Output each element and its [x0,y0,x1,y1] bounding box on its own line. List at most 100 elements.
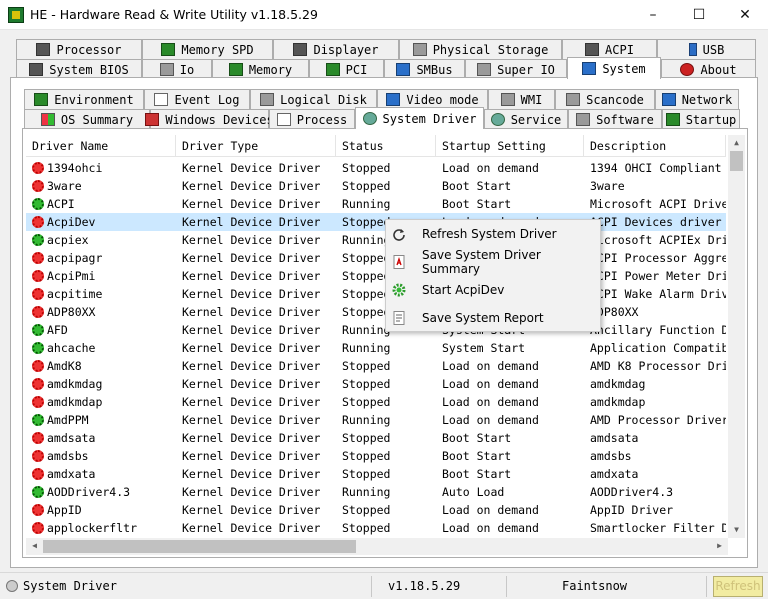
table-row[interactable]: AppID Kernel Device Driver Stopped Load on … [26,501,726,519]
tab-super-io[interactable]: Super IO [465,59,567,79]
cell-text: amdkmdag [47,377,103,391]
table-cell-desc: Ancillary Function D [584,321,726,339]
driver-gear-icon [32,252,44,264]
tab-startup[interactable]: Startup [662,109,740,129]
maximize-button[interactable]: ☐ [676,0,722,30]
table-row[interactable]: applockerfltr Kernel Device Driver Stopped… [26,519,726,537]
minimize-button[interactable]: – [630,0,676,30]
tab-acpi[interactable]: ACPI [562,39,657,59]
tab-memory-spd[interactable]: Memory SPD [142,39,273,59]
cell-text: Kernel Device Driver [182,467,321,481]
cell-text: Kernel Device Driver [182,233,321,247]
cell-text: ACPI Devices driver [590,215,722,229]
table-cell-desc: ACPI Power Meter Dri [584,267,726,285]
vertical-scroll-thumb[interactable] [730,151,743,171]
tab-processor[interactable]: Processor [16,39,142,59]
table-row[interactable]: acpiexKernel Device DriverRunningBoot St… [26,231,726,249]
scroll-down-arrow[interactable]: ▼ [728,522,745,538]
column-startup-setting[interactable]: Startup Setting [436,135,584,157]
table-row[interactable]: 1394ohci Kernel Device Driver Stopped Load … [26,159,726,177]
table-cell-name: AODDriver4.3 [26,483,176,501]
tab-displayer[interactable]: Displayer [273,39,399,59]
tab-event-log[interactable]: Event Log [144,89,250,109]
table-row[interactable]: acpipagrKernel Device DriverStoppedLoad … [26,249,726,267]
tab-smbus[interactable]: SMBus [384,59,465,79]
table-row[interactable]: ACPI Kernel Device Driver Running Boot Star… [26,195,726,213]
column-description[interactable]: Description [584,135,726,157]
column-driver-name[interactable]: Driver Name [26,135,176,157]
horizontal-scrollbar[interactable]: ◀ ▶ [26,538,728,555]
tab-pci[interactable]: PCI [309,59,384,79]
cell-text: Kernel Device Driver [182,269,321,283]
driver-table[interactable]: Driver Name Driver Type Status Startup S… [26,135,745,555]
cell-text: Ancillary Function D [590,323,726,337]
table-row[interactable]: ahcache Kernel Device Driver Running System… [26,339,726,357]
table-row[interactable]: amdkmdag Kernel Device Driver Stopped Load … [26,375,726,393]
scroll-left-arrow[interactable]: ◀ [26,538,43,554]
system-icon [582,62,597,75]
table-cell-type: Kernel Device Driver [176,393,336,411]
table-row[interactable]: amdsbs Kernel Device Driver Stopped Boot St… [26,447,726,465]
tab-service[interactable]: Service [484,109,568,129]
horizontal-scroll-thumb[interactable] [43,540,356,553]
table-cell-name: acpipagr [26,249,176,267]
scroll-up-arrow[interactable]: ▲ [728,135,745,151]
tab-wmi[interactable]: WMI [488,89,555,109]
close-button[interactable]: ✕ [722,0,768,30]
table-row[interactable]: AmdK8 Kernel Device Driver Stopped Load on … [26,357,726,375]
table-row[interactable]: AFDKernel Device DriverRunningSystem Sta… [26,321,726,339]
cell-text: Microsoft ACPI Drive [590,197,726,211]
cell-text: amdkmdag [590,377,646,391]
table-cell-type: Kernel Device Driver [176,411,336,429]
table-row[interactable]: 3ware Kernel Device Driver Stopped Boot Sta… [26,177,726,195]
table-row[interactable]: amdsata Kernel Device Driver Stopped Boot S… [26,429,726,447]
menu-refresh-system-driver[interactable]: Refresh System Driver [386,220,600,248]
vertical-scrollbar[interactable]: ▲ ▼ [728,135,745,538]
cell-text: AMD Processor Driver [590,413,726,427]
table-row[interactable]: AmdPPM Kernel Device Driver Running Load on… [26,411,726,429]
table-cell-status: Stopped [336,375,436,393]
tab-system-driver[interactable]: System Driver [355,107,484,129]
tab-io[interactable]: Io [142,59,212,79]
cell-text: Kernel Device Driver [182,161,321,175]
column-driver-type[interactable]: Driver Type [176,135,336,157]
tab-system[interactable]: System [567,57,661,79]
table-row[interactable]: amdkmdap Kernel Device Driver Stopped Load … [26,393,726,411]
table-rows: 1394ohci Kernel Device Driver Stopped Load … [26,159,726,537]
displayer-icon [293,43,308,56]
menu-save-system-report[interactable]: Save System Report [386,304,600,332]
table-cell-desc: ACPI Devices driver [584,213,726,231]
tab-memory[interactable]: Memory [212,59,309,79]
refresh-button[interactable]: Refresh [713,576,763,597]
tab-video-mode[interactable]: Video mode [377,89,488,109]
tab-software[interactable]: Software [568,109,662,129]
column-status[interactable]: Status [336,135,436,157]
menu-save-system-driver-summary[interactable]: Save System Driver Summary [386,248,600,276]
tab-usb[interactable]: USB [657,39,756,59]
menu-start-driver[interactable]: Start AcpiDev [386,276,600,304]
cell-text: Boot Start [442,467,512,481]
cell-text: Stopped [342,179,391,193]
tab-process[interactable]: Process [269,109,355,129]
tab-environment[interactable]: Environment [24,89,144,109]
table-row[interactable]: acpitimeKernel Device DriverStoppedLoad … [26,285,726,303]
cell-text: AcpiDev [47,215,96,229]
table-row[interactable]: ADP80XXKernel Device DriverStoppedBoot S… [26,303,726,321]
table-row[interactable]: AODDriver4.3 Kernel Device Driver Running A… [26,483,726,501]
tab-network[interactable]: Network [655,89,739,109]
environment-icon [34,93,49,106]
cell-text: Running [342,485,391,499]
tab-os-summary[interactable]: OS Summary [24,109,150,129]
tab-scancode[interactable]: Scancode [555,89,655,109]
table-row[interactable]: amdxata Kernel Device Driver Stopped Boot S… [26,465,726,483]
table-row[interactable]: AcpiDevKernel Device DriverStoppedLoad o… [26,213,726,231]
tab-logical-disk[interactable]: Logical Disk [250,89,377,109]
tab-windows-devices[interactable]: Windows Devices [145,109,274,129]
tab-about[interactable]: About [661,59,756,79]
cell-text: Kernel Device Driver [182,287,321,301]
cell-text: System Start [442,341,526,355]
tab-physical-storage[interactable]: Physical Storage [399,39,562,59]
scroll-right-arrow[interactable]: ▶ [711,538,728,554]
tab-system-bios[interactable]: System BIOS [16,59,142,79]
table-row[interactable]: AcpiPmiKernel Device DriverStoppedLoad o… [26,267,726,285]
